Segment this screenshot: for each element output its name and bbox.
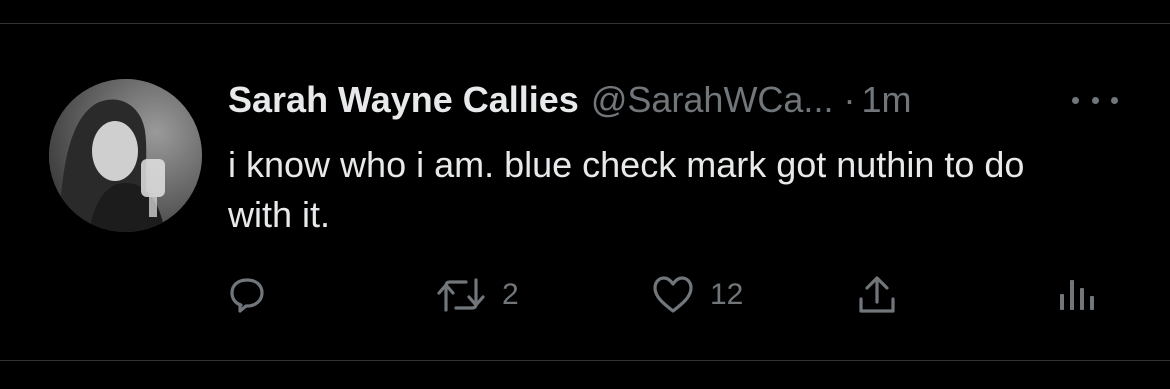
author-name[interactable]: Sarah Wayne Callies [228,79,579,121]
analytics-icon [1060,280,1094,310]
share-icon [859,276,895,313]
author-handle[interactable]: @SarahWCa... [591,79,834,121]
avatar[interactable] [49,79,202,232]
tweet-header: Sarah Wayne Callies @SarahWCa... · 1m [228,78,911,122]
reply-button[interactable] [230,272,264,318]
like-button[interactable]: 12 [652,272,743,318]
timestamp[interactable]: 1m [861,79,911,121]
reply-icon [230,278,264,313]
separator-dot: · [843,79,856,120]
retweet-count: 2 [502,278,519,311]
avatar-photo [49,79,202,232]
more-dot-icon [1091,96,1099,104]
analytics-button[interactable] [1058,272,1098,318]
like-count: 12 [710,278,744,311]
retweet-icon [437,278,485,312]
bottom-divider [0,360,1170,361]
more-dot-icon [1072,96,1079,104]
more-options-button[interactable] [1072,92,1118,108]
more-dot-icon [1111,96,1118,104]
share-button[interactable] [858,272,896,318]
tweet-text: i know who i am. blue check mark got nut… [228,144,1025,235]
top-divider [0,23,1170,24]
heart-icon [653,276,693,313]
retweet-button[interactable]: 2 [436,272,519,318]
